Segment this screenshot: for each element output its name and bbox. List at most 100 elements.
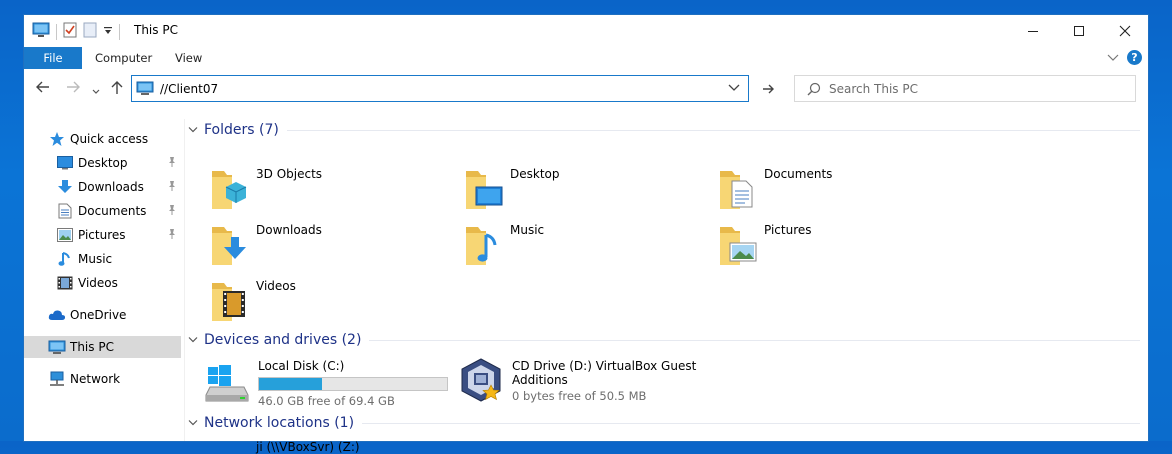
nav-item-label: OneDrive xyxy=(70,308,127,322)
nav-item-label: Downloads xyxy=(78,180,144,194)
folder-label: 3D Objects xyxy=(256,167,323,181)
desktop-icon xyxy=(56,155,74,171)
downloads-folder-icon xyxy=(210,221,256,267)
chevron-down-icon xyxy=(188,416,198,430)
nav-item-onedrive[interactable]: OneDrive xyxy=(48,304,205,326)
folder-label: Music xyxy=(510,223,545,237)
pictures-icon xyxy=(56,227,74,243)
nav-item-pictures[interactable]: Pictures xyxy=(56,224,181,246)
desktop-folder-icon xyxy=(464,165,510,211)
pin-icon xyxy=(167,180,177,195)
drive-info: Local Disk (C:) 46.0 GB free of 69.4 GB xyxy=(258,357,448,408)
explorer-window: This PC File Computer View ? //Client07 … xyxy=(24,15,1148,454)
network-location-label: ji (\\VBoxSvr) (Z:) xyxy=(256,440,360,454)
folder-downloads[interactable]: Downloads xyxy=(210,221,322,267)
properties-icon[interactable] xyxy=(63,22,77,41)
pin-icon xyxy=(167,156,177,171)
folder-desktop[interactable]: Desktop xyxy=(464,165,560,211)
nav-item-videos[interactable]: Videos xyxy=(56,272,181,294)
drive-cd-d[interactable]: CD Drive (D:) VirtualBox Guest Additions… xyxy=(458,357,696,403)
drive-name-continued: Additions xyxy=(512,373,568,387)
drive-free-space: 0 bytes free of 50.5 MB xyxy=(512,389,647,403)
folder-label: Downloads xyxy=(256,223,322,237)
quick-access-toolbar xyxy=(32,22,120,41)
close-icon xyxy=(1119,25,1131,37)
nav-item-label: Network xyxy=(70,372,121,386)
nav-item-label: Music xyxy=(78,252,113,266)
nav-item-label: This PC xyxy=(70,340,114,354)
chevron-down-icon xyxy=(92,89,100,94)
nav-item-desktop[interactable]: Desktop xyxy=(56,152,181,174)
3d-objects-folder-icon xyxy=(210,165,256,211)
network-icon xyxy=(48,371,66,387)
minimize-icon xyxy=(1028,31,1038,32)
folder-label: Videos xyxy=(256,279,296,293)
folder-label: Pictures xyxy=(764,223,812,237)
nav-item-music[interactable]: Music xyxy=(56,248,181,270)
folder-music[interactable]: Music xyxy=(464,221,544,267)
customize-dropdown-icon[interactable] xyxy=(103,25,113,39)
documents-folder-icon xyxy=(718,165,764,211)
folder-3d-objects[interactable]: 3D Objects xyxy=(210,165,322,211)
tab-computer[interactable]: Computer xyxy=(95,47,152,69)
new-folder-icon[interactable] xyxy=(83,22,97,41)
title-bar: This PC xyxy=(24,15,1148,47)
ribbon-tabs: File Computer View ? xyxy=(24,47,1148,69)
help-icon[interactable]: ? xyxy=(1127,50,1142,65)
network-location-item[interactable]: ji (\\VBoxSvr) (Z:) xyxy=(256,440,360,454)
group-header-network-locations[interactable]: Network locations (1) xyxy=(188,415,1140,431)
pin-icon xyxy=(167,204,177,219)
folder-label: Documents xyxy=(764,167,833,181)
nav-item-this-pc[interactable]: This PC xyxy=(24,336,181,358)
group-header-folders[interactable]: Folders (7) xyxy=(188,122,1140,138)
address-bar-row: //Client07 xyxy=(24,73,1148,107)
videos-icon xyxy=(56,275,74,291)
chevron-down-icon xyxy=(188,123,198,137)
pin-icon xyxy=(167,228,177,243)
maximize-icon xyxy=(1074,26,1084,36)
documents-icon xyxy=(56,203,74,219)
forward-arrow-icon xyxy=(67,81,80,93)
back-button[interactable] xyxy=(36,81,50,97)
address-dropdown-button[interactable] xyxy=(728,81,740,95)
minimize-button[interactable] xyxy=(1010,15,1056,47)
nav-item-label: Documents xyxy=(78,204,147,218)
search-input[interactable] xyxy=(827,80,1121,97)
nav-item-network[interactable]: Network xyxy=(48,368,205,390)
computer-icon xyxy=(48,339,66,355)
go-arrow-icon xyxy=(762,84,774,94)
nav-item-quick-access[interactable]: Quick access xyxy=(48,128,205,150)
music-icon xyxy=(56,251,74,267)
up-button[interactable] xyxy=(111,81,123,99)
drive-name: Local Disk (C:) xyxy=(258,359,345,373)
address-path: //Client07 xyxy=(160,81,219,96)
search-icon xyxy=(807,82,821,96)
drive-usage-fill xyxy=(259,378,323,390)
chevron-down-icon xyxy=(728,84,740,91)
search-box[interactable] xyxy=(794,75,1136,102)
downloads-icon xyxy=(56,179,74,195)
maximize-button[interactable] xyxy=(1056,15,1102,47)
folder-pictures[interactable]: Pictures xyxy=(718,221,812,267)
folder-videos[interactable]: Videos xyxy=(210,277,296,323)
drive-name: CD Drive (D:) VirtualBox Guest xyxy=(512,359,697,373)
chevron-down-icon xyxy=(188,333,198,347)
expand-ribbon-icon[interactable] xyxy=(1107,51,1119,65)
forward-button[interactable] xyxy=(66,81,80,97)
local-disk-icon xyxy=(204,357,250,403)
nav-item-documents[interactable]: Documents xyxy=(56,200,181,222)
tab-file[interactable]: File xyxy=(24,47,82,69)
group-header-devices[interactable]: Devices and drives (2) xyxy=(188,332,1140,348)
go-button[interactable] xyxy=(757,77,779,101)
folder-documents[interactable]: Documents xyxy=(718,165,832,211)
tab-view[interactable]: View xyxy=(175,47,202,69)
close-button[interactable] xyxy=(1102,15,1148,47)
group-title: Network locations (1) xyxy=(204,415,355,431)
star-icon xyxy=(48,131,66,147)
group-title: Folders (7) xyxy=(204,122,279,138)
nav-item-downloads[interactable]: Downloads xyxy=(56,176,181,198)
drive-local-disk-c[interactable]: Local Disk (C:) 46.0 GB free of 69.4 GB xyxy=(204,357,448,408)
content-pane: Folders (7) 3D Objects Desktop Documents xyxy=(184,119,1148,454)
recent-locations-button[interactable] xyxy=(92,83,100,99)
address-bar[interactable]: //Client07 xyxy=(131,75,749,102)
